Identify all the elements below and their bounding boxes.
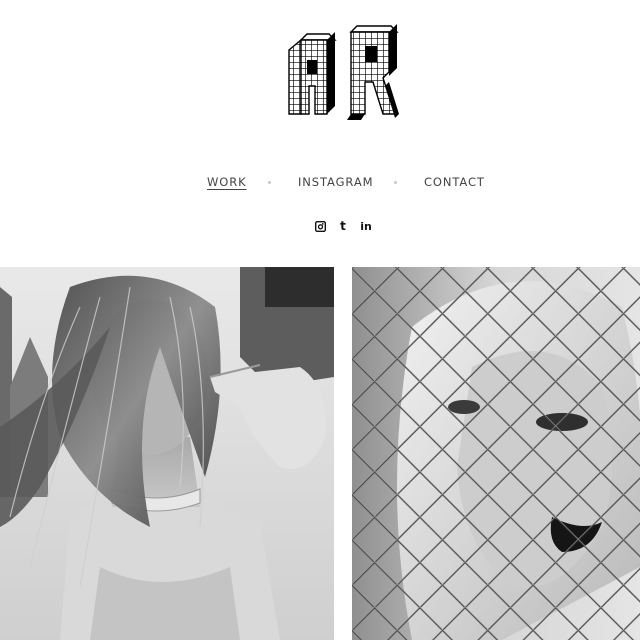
photo-portrait-fence-image	[352, 267, 640, 640]
main-nav: WORK INSTAGRAM CONTACT	[0, 174, 640, 192]
ar-monogram-icon	[288, 24, 399, 120]
brand-logo[interactable]	[287, 20, 405, 124]
nav-item-contact[interactable]: CONTACT	[424, 174, 485, 190]
nav-item-work[interactable]: WORK	[207, 174, 247, 190]
gallery-item-windblown-hair[interactable]	[0, 267, 334, 640]
linkedin-icon[interactable]: in	[359, 219, 373, 233]
instagram-icon[interactable]	[314, 219, 327, 233]
social-links: t in	[0, 219, 640, 233]
nav-separator	[268, 181, 271, 184]
gallery-item-chain-link-fence[interactable]	[352, 267, 640, 640]
photo-portrait-hair-image	[0, 267, 334, 640]
tumblr-icon[interactable]: t	[338, 219, 348, 233]
nav-separator	[394, 181, 397, 184]
nav-item-instagram[interactable]: INSTAGRAM	[298, 174, 373, 190]
